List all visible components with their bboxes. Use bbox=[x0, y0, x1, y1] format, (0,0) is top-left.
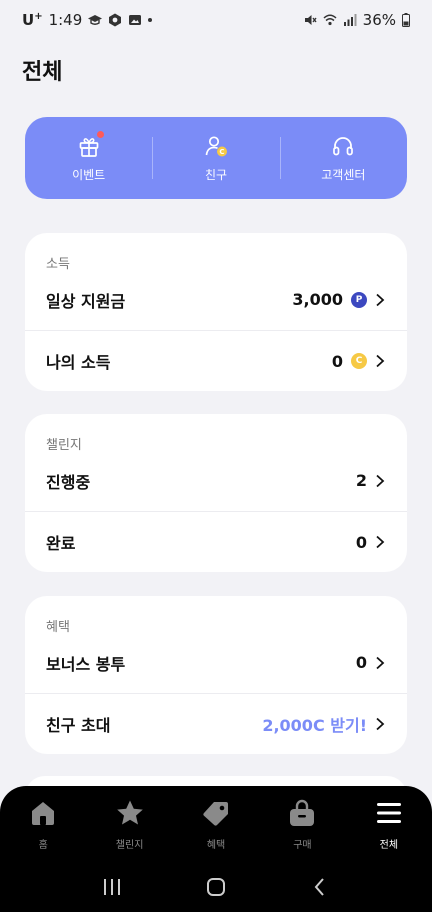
quick-menu: 이벤트 C 친구 고객센터 bbox=[25, 117, 407, 199]
row-value: 0 bbox=[355, 653, 367, 672]
bonus-envelope-row[interactable]: 보너스 봉투 0 bbox=[25, 632, 407, 693]
quick-menu-friend[interactable]: C 친구 bbox=[152, 117, 279, 199]
nav-challenge[interactable]: 챌린지 bbox=[86, 798, 172, 858]
income-card: 소득 일상 지원금 3,000 P 나의 소득 0 C bbox=[25, 233, 407, 391]
invite-friend-row[interactable]: 친구 초대 2,000C 받기! bbox=[25, 693, 407, 754]
gift-icon bbox=[77, 130, 104, 158]
row-label: 진행중 bbox=[46, 472, 91, 492]
hexagon-app-icon bbox=[109, 13, 122, 27]
row-label: 보너스 봉투 bbox=[46, 654, 126, 674]
nav-all[interactable]: 전체 bbox=[346, 798, 432, 858]
bottom-nav: 홈 챌린지 혜택 구매 전체 bbox=[0, 786, 432, 912]
back-icon[interactable] bbox=[309, 876, 331, 898]
nav-label: 챌린지 bbox=[115, 840, 144, 851]
nav-label: 홈 bbox=[38, 840, 48, 851]
home-button-icon[interactable] bbox=[205, 876, 227, 898]
card-header: 소득 bbox=[46, 257, 70, 272]
nav-purchase[interactable]: 구매 bbox=[259, 798, 345, 858]
svg-text:C: C bbox=[219, 148, 224, 156]
row-value: 0 bbox=[355, 532, 367, 552]
row-value: 0 bbox=[331, 351, 343, 371]
quick-menu-event[interactable]: 이벤트 bbox=[25, 117, 152, 199]
row-label: 완료 bbox=[46, 534, 76, 553]
battery-percent: 36% bbox=[362, 11, 396, 29]
menu-icon bbox=[376, 803, 401, 823]
home-icon bbox=[32, 802, 55, 825]
mute-icon bbox=[304, 15, 317, 25]
headset-icon bbox=[331, 134, 355, 158]
cash-coin-icon: C bbox=[351, 353, 367, 369]
benefit-card: 혜택 보너스 봉투 0 친구 초대 2,000C 받기! bbox=[25, 596, 407, 754]
chevron-right-icon bbox=[376, 293, 385, 306]
star-icon bbox=[116, 800, 143, 825]
row-label: 나의 소득 bbox=[46, 353, 111, 372]
nav-label: 혜택 bbox=[206, 840, 226, 851]
chevron-right-icon bbox=[376, 354, 385, 368]
graduation-cap-icon bbox=[88, 15, 103, 25]
nav-benefit[interactable]: 혜택 bbox=[173, 798, 259, 858]
page-title: 전체 bbox=[22, 60, 63, 85]
quick-menu-label: 고객센터 bbox=[321, 167, 366, 182]
friend-coin-icon: C bbox=[204, 134, 228, 158]
wifi-icon bbox=[323, 14, 337, 26]
quick-menu-label: 친구 bbox=[204, 167, 228, 182]
completed-row[interactable]: 완료 0 bbox=[25, 511, 407, 572]
row-label: 친구 초대 bbox=[46, 716, 111, 735]
chevron-right-icon bbox=[376, 656, 385, 669]
chevron-right-icon bbox=[376, 717, 385, 731]
row-value: 3,000 bbox=[292, 290, 343, 309]
battery-icon bbox=[402, 13, 410, 27]
row-label: 일상 지원금 bbox=[46, 291, 126, 311]
chevron-right-icon bbox=[376, 474, 385, 487]
card-header: 혜택 bbox=[46, 620, 70, 635]
quick-menu-support[interactable]: 고객센터 bbox=[279, 117, 407, 199]
quick-menu-label: 이벤트 bbox=[72, 167, 106, 182]
card-header: 챌린지 bbox=[46, 438, 82, 453]
status-bar: U+ 1:49 36% bbox=[0, 0, 432, 40]
invite-reward-value: 2,000C 받기! bbox=[262, 716, 367, 735]
notification-dot-icon bbox=[148, 18, 153, 22]
challenge-card: 챌린지 진행중 2 완료 0 bbox=[25, 414, 407, 572]
shopping-bag-icon bbox=[290, 799, 315, 826]
point-coin-icon: P bbox=[351, 291, 367, 308]
row-value: 2 bbox=[355, 471, 367, 490]
system-nav-bar bbox=[0, 872, 432, 902]
chevron-right-icon bbox=[376, 535, 385, 549]
new-badge-dot bbox=[96, 130, 104, 138]
nav-home[interactable]: 홈 bbox=[0, 798, 86, 858]
signal-icon bbox=[343, 14, 357, 26]
recent-apps-icon[interactable] bbox=[101, 876, 123, 898]
carrier-label: U+ bbox=[22, 11, 43, 29]
nav-label: 구매 bbox=[293, 840, 312, 851]
in-progress-row[interactable]: 진행중 2 bbox=[25, 450, 407, 511]
my-income-row[interactable]: 나의 소득 0 C bbox=[25, 330, 407, 391]
clock: 1:49 bbox=[48, 11, 83, 29]
daily-support-row[interactable]: 일상 지원금 3,000 P bbox=[25, 269, 407, 330]
tag-icon bbox=[203, 802, 229, 826]
nav-label: 전체 bbox=[379, 840, 399, 851]
image-icon bbox=[129, 15, 142, 25]
